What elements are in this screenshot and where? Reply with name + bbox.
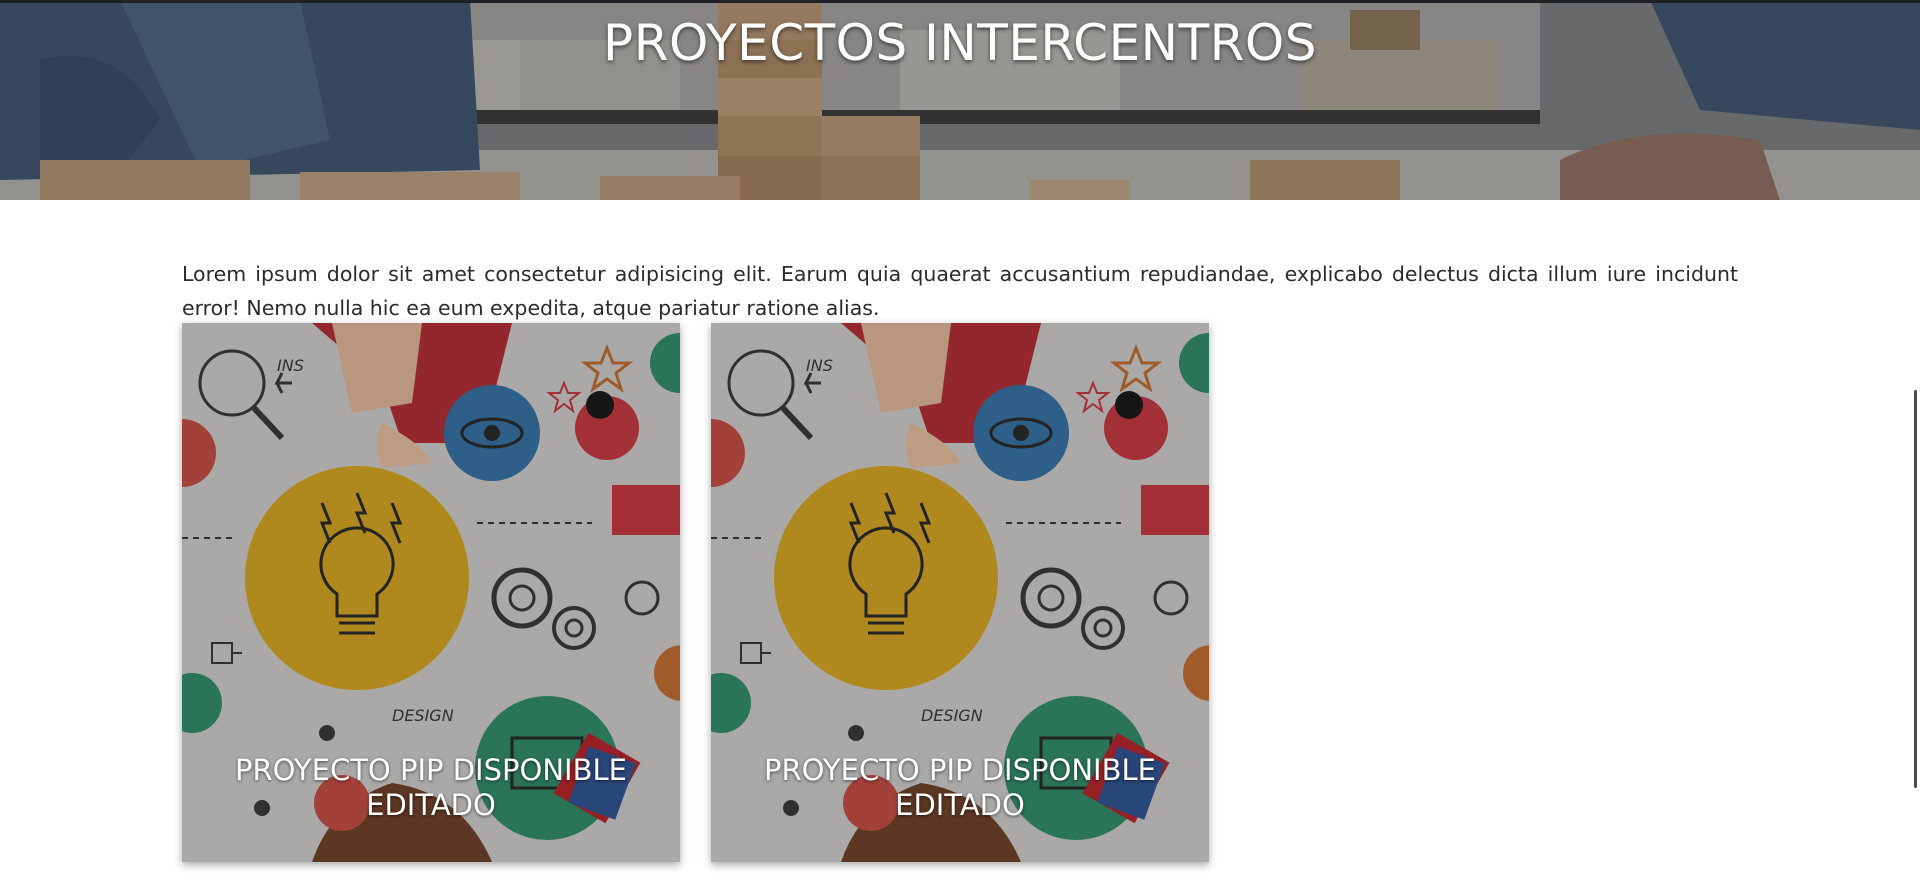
project-card-title-line2: EDITADO <box>366 788 496 822</box>
project-card-title-line1: PROYECTO PIP DISPONIBLE <box>235 753 627 787</box>
project-card[interactable]: INS DESIGN PROYECTO PIP DISPONIBLE EDITA… <box>182 323 680 862</box>
project-card-title[interactable]: PROYECTO PIP DISPONIBLE EDITADO <box>182 753 680 823</box>
intro-paragraph: Lorem ipsum dolor sit amet consectetur a… <box>182 261 1738 320</box>
hero-top-border <box>0 0 1920 3</box>
hero-banner: PROYECTOS INTERCENTROS <box>0 0 1920 200</box>
project-card[interactable]: INS DESIGN PROYECTO PIP DISPONIBLE EDITA… <box>711 323 1209 862</box>
project-card-title-line2: EDITADO <box>895 788 1025 822</box>
project-card-title[interactable]: PROYECTO PIP DISPONIBLE EDITADO <box>711 753 1209 823</box>
page-scrollbar-thumb[interactable] <box>1914 390 1917 788</box>
project-card-title-line1: PROYECTO PIP DISPONIBLE <box>764 753 1156 787</box>
page-title: PROYECTOS INTERCENTROS <box>603 14 1317 72</box>
